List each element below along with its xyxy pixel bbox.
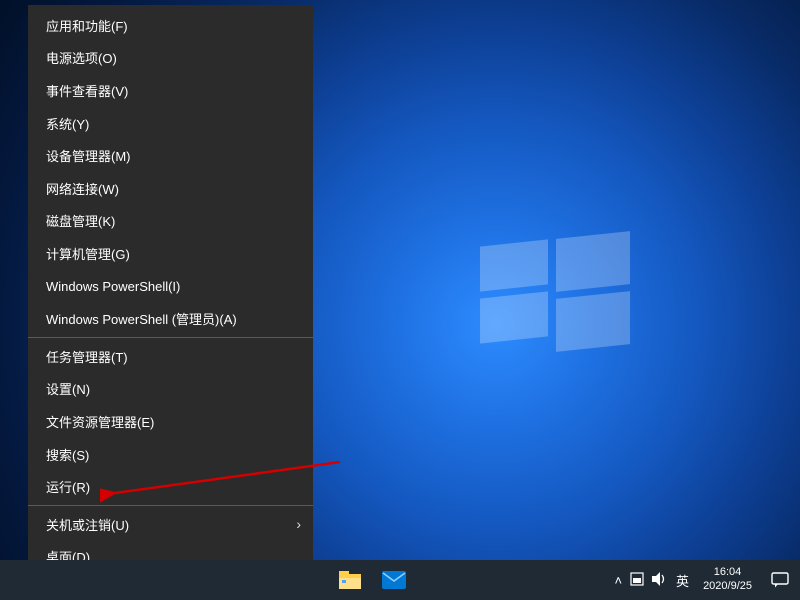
menu-device-manager[interactable]: 设备管理器(M) [28,139,313,172]
menu-separator [28,337,313,338]
tray-network-icon[interactable] [630,572,644,589]
menu-item-label: 设备管理器(M) [46,146,131,165]
menu-item-label: 设置(N) [46,379,90,398]
action-center-icon [771,572,789,588]
chevron-right-icon: › [296,516,301,532]
menu-item-label: 文件资源管理器(E) [46,412,154,431]
menu-shutdown-signout[interactable]: 关机或注销(U) › [28,508,313,541]
system-tray: ˄ 英 [608,571,695,590]
file-explorer-icon [339,571,361,589]
tray-ime-indicator[interactable]: 英 [676,571,689,590]
menu-powershell-admin[interactable]: Windows PowerShell (管理员)(A) [28,302,313,335]
mail-icon [382,571,406,589]
menu-item-label: 系统(Y) [46,114,89,133]
taskbar-pinned-apps [330,560,414,600]
menu-item-label: 事件查看器(V) [46,81,128,100]
menu-powershell[interactable]: Windows PowerShell(I) [28,270,313,303]
menu-item-label: 搜索(S) [46,445,89,464]
menu-run[interactable]: 运行(R) [28,470,313,503]
taskbar-action-center-button[interactable] [760,560,800,600]
taskbar-right: ˄ 英 16:04 2020/9/25 [608,560,800,600]
menu-task-manager[interactable]: 任务管理器(T) [28,340,313,373]
menu-event-viewer[interactable]: 事件查看器(V) [28,74,313,107]
menu-item-label: 应用和功能(F) [46,16,128,35]
menu-item-label: Windows PowerShell (管理员)(A) [46,309,237,328]
windows-logo-icon [480,235,630,345]
menu-system[interactable]: 系统(Y) [28,107,313,140]
menu-settings[interactable]: 设置(N) [28,373,313,406]
taskbar-clock[interactable]: 16:04 2020/9/25 [695,566,760,594]
winx-context-menu: 应用和功能(F) 电源选项(O) 事件查看器(V) 系统(Y) 设备管理器(M)… [28,5,313,577]
menu-item-label: 计算机管理(G) [46,244,130,263]
clock-time: 16:04 [703,566,752,580]
menu-computer-management[interactable]: 计算机管理(G) [28,237,313,270]
menu-apps-and-features[interactable]: 应用和功能(F) [28,9,313,42]
taskbar: ˄ 英 16:04 2020/9/25 [0,560,800,600]
menu-file-explorer[interactable]: 文件资源管理器(E) [28,405,313,438]
menu-separator [28,505,313,506]
menu-item-label: 磁盘管理(K) [46,211,115,230]
menu-network-connections[interactable]: 网络连接(W) [28,172,313,205]
taskbar-file-explorer-button[interactable] [330,560,370,600]
clock-date: 2020/9/25 [703,580,752,594]
tray-chevron-up-icon[interactable]: ˄ [614,573,622,588]
menu-power-options[interactable]: 电源选项(O) [28,42,313,75]
menu-search[interactable]: 搜索(S) [28,438,313,471]
taskbar-mail-button[interactable] [374,560,414,600]
menu-item-label: Windows PowerShell(I) [46,279,180,294]
menu-disk-management[interactable]: 磁盘管理(K) [28,205,313,238]
menu-item-label: 关机或注销(U) [46,515,129,534]
menu-item-label: 运行(R) [46,477,90,496]
tray-volume-icon[interactable] [652,572,668,589]
menu-item-label: 任务管理器(T) [46,347,128,366]
menu-item-label: 网络连接(W) [46,179,119,198]
menu-item-label: 电源选项(O) [46,48,117,67]
